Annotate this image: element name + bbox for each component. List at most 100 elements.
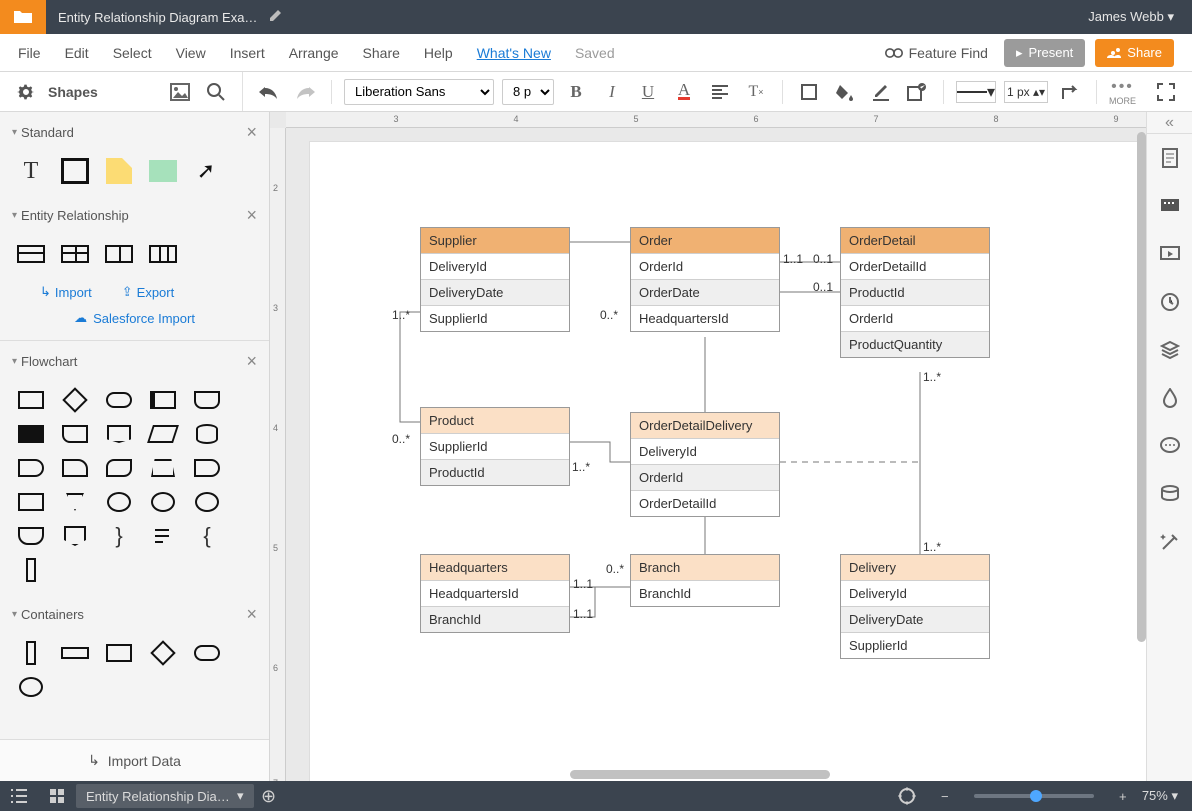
group-containers[interactable]: ▾Containers× xyxy=(0,594,269,635)
redo-icon[interactable] xyxy=(291,79,319,105)
fc-merge-icon[interactable] xyxy=(66,493,84,511)
fc-manual-icon[interactable] xyxy=(151,459,175,477)
cont-circle-icon[interactable] xyxy=(19,677,43,697)
line-style-button[interactable]: ▾ xyxy=(956,81,996,103)
fc-hex-icon[interactable] xyxy=(107,425,131,443)
grid-view-icon[interactable] xyxy=(38,781,76,811)
drop-icon[interactable] xyxy=(1147,374,1192,422)
zoom-level[interactable]: 75% ▾ xyxy=(1142,788,1192,804)
cont-rect-icon[interactable] xyxy=(106,644,132,662)
export-link[interactable]: ⇪ Export xyxy=(122,284,174,300)
menu-help[interactable]: Help xyxy=(424,45,453,61)
shapes-label[interactable]: Shapes xyxy=(48,84,98,100)
menu-share[interactable]: Share xyxy=(363,45,400,61)
bold-button[interactable]: B xyxy=(562,79,590,105)
fc-doc-icon[interactable] xyxy=(194,391,220,409)
search-icon[interactable] xyxy=(202,79,230,105)
shape-block[interactable] xyxy=(149,160,177,182)
group-standard[interactable]: ▾Standard× xyxy=(0,112,269,153)
fc-brace-right-icon[interactable]: } xyxy=(104,526,134,546)
entity-delivery[interactable]: Delivery DeliveryId DeliveryDate Supplie… xyxy=(840,554,990,659)
entity-order[interactable]: Order OrderId OrderDate HeadquartersId xyxy=(630,227,780,332)
fc-data-icon[interactable] xyxy=(147,425,179,443)
horizontal-scrollbar[interactable] xyxy=(570,770,830,779)
fc-db-icon[interactable] xyxy=(196,424,218,444)
share-button[interactable]: Share xyxy=(1095,39,1174,67)
vertical-scrollbar[interactable] xyxy=(1137,132,1146,642)
underline-button[interactable]: U xyxy=(634,79,662,105)
undo-icon[interactable] xyxy=(255,79,283,105)
clear-format-button[interactable]: T× xyxy=(742,79,770,105)
data-icon[interactable] xyxy=(1147,470,1192,518)
import-link[interactable]: ↳ Import xyxy=(40,284,92,300)
er-table-2col-icon[interactable] xyxy=(105,245,133,263)
fc-filled-icon[interactable] xyxy=(18,425,44,443)
entity-odd[interactable]: OrderDetailDelivery DeliveryId OrderId O… xyxy=(630,412,780,517)
zoom-slider[interactable] xyxy=(974,794,1094,798)
fontsize-select[interactable]: 8 pt xyxy=(502,79,554,105)
canvas[interactable]: 3 4 5 6 7 8 9 2 3 4 5 6 7 xyxy=(270,112,1192,781)
feature-find[interactable]: Feature Find xyxy=(885,45,988,61)
more-button[interactable]: •••MORE xyxy=(1109,78,1136,106)
close-icon[interactable]: × xyxy=(246,604,257,625)
text-color-button[interactable]: A xyxy=(670,79,698,105)
font-select[interactable]: Liberation Sans xyxy=(344,79,494,105)
import-data-button[interactable]: ↳ Import Data xyxy=(0,739,269,781)
fc-rect2-icon[interactable] xyxy=(18,493,44,511)
edit-title-icon[interactable] xyxy=(269,8,283,27)
magic-icon[interactable] xyxy=(1147,518,1192,566)
comments-icon[interactable] xyxy=(1147,182,1192,230)
user-menu[interactable]: James Webb ▾ xyxy=(1070,9,1192,25)
fullscreen-icon[interactable] xyxy=(1152,79,1180,105)
shape-text[interactable]: T xyxy=(16,161,46,181)
close-icon[interactable]: × xyxy=(246,351,257,372)
shape-rect[interactable] xyxy=(61,158,89,184)
cont-lane-v-icon[interactable] xyxy=(26,641,36,665)
gear-icon[interactable] xyxy=(12,79,40,105)
paper[interactable]: 1..* 0..* 1..* 0..* 1..1 0..1 0..1 1..* … xyxy=(310,142,1150,781)
fc-tape-icon[interactable] xyxy=(106,459,132,477)
salesforce-import-link[interactable]: ☁ Salesforce Import xyxy=(0,306,269,340)
line-width-input[interactable]: 1 px ▴▾ xyxy=(1004,81,1048,103)
fc-predef-icon[interactable] xyxy=(150,391,176,409)
image-icon[interactable] xyxy=(166,79,194,105)
fc-note-icon[interactable] xyxy=(148,526,178,546)
menu-whatsnew[interactable]: What's New xyxy=(477,45,551,61)
er-entity-icon[interactable] xyxy=(17,245,45,263)
fc-card-icon[interactable] xyxy=(62,425,88,443)
cont-diamond-icon[interactable] xyxy=(150,640,175,665)
collapse-rail-icon[interactable]: « xyxy=(1147,112,1192,134)
fc-sum-icon[interactable] xyxy=(151,492,175,512)
entity-headquarters[interactable]: Headquarters HeadquartersId BranchId xyxy=(420,554,570,633)
fc-offpage-icon[interactable] xyxy=(64,526,86,546)
menu-insert[interactable]: Insert xyxy=(230,45,265,61)
group-flowchart[interactable]: ▾Flowchart× xyxy=(0,341,269,382)
fc-display-icon[interactable] xyxy=(194,459,220,477)
zoom-in-button[interactable]: + xyxy=(1104,781,1142,811)
notes-icon[interactable] xyxy=(1147,134,1192,182)
fc-process-icon[interactable] xyxy=(18,391,44,409)
line-routing-button[interactable] xyxy=(1056,79,1084,105)
entity-supplier[interactable]: Supplier DeliveryId DeliveryDate Supplie… xyxy=(420,227,570,332)
chat-icon[interactable] xyxy=(1147,422,1192,470)
er-entity-2col-icon[interactable] xyxy=(61,245,89,263)
menu-arrange[interactable]: Arrange xyxy=(289,45,339,61)
shape-style-button[interactable] xyxy=(903,79,931,105)
fc-decision-icon[interactable] xyxy=(62,387,87,412)
fc-brace-left-icon[interactable]: { xyxy=(192,526,222,546)
border-color-button[interactable] xyxy=(867,79,895,105)
cont-pill-icon[interactable] xyxy=(194,645,220,661)
add-page-button[interactable]: ⊕ xyxy=(254,786,284,807)
folder-icon[interactable] xyxy=(0,0,46,34)
menu-view[interactable]: View xyxy=(176,45,206,61)
menu-edit[interactable]: Edit xyxy=(65,45,89,61)
present-icon[interactable] xyxy=(1147,230,1192,278)
align-button[interactable] xyxy=(706,79,734,105)
er-table-3col-icon[interactable] xyxy=(149,245,177,263)
fill-button[interactable] xyxy=(831,79,859,105)
present-button[interactable]: ▸ Present xyxy=(1004,39,1085,67)
cont-lane-h-icon[interactable] xyxy=(61,647,89,659)
document-title[interactable]: Entity Relationship Diagram Exa… xyxy=(46,10,269,25)
layers-icon[interactable] xyxy=(1147,326,1192,374)
page-tab[interactable]: Entity Relationship Dia… ▾ xyxy=(76,784,254,808)
